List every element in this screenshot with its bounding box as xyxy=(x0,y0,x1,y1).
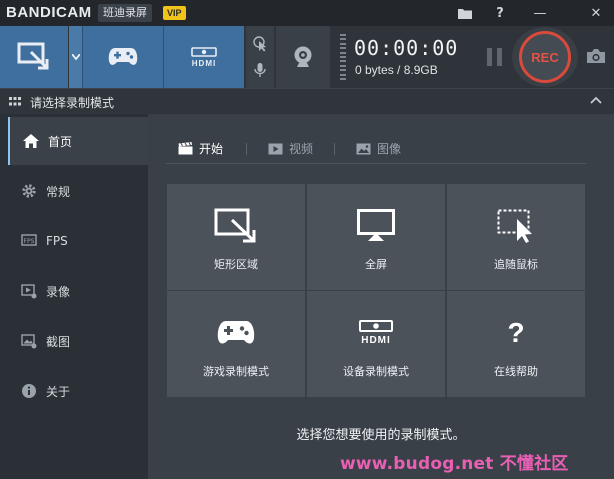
cursor-settings-button[interactable] xyxy=(250,32,270,56)
sidebar-item-fps[interactable]: FPS FPS xyxy=(8,217,148,265)
online-help-tile[interactable]: ? 在线帮助 xyxy=(447,291,585,397)
image-settings-icon xyxy=(14,333,44,349)
sidebar: 首页 常规 FPS FPS 录像 截图 关于 xyxy=(0,114,148,479)
follow-mouse-mode-tile[interactable]: 追随鼠标 xyxy=(447,184,585,290)
folder-icon[interactable] xyxy=(455,3,475,23)
webcam-button[interactable] xyxy=(276,26,330,88)
info-icon xyxy=(14,383,44,399)
sidebar-item-about[interactable]: 关于 xyxy=(8,367,148,415)
tab-image[interactable]: 图像 xyxy=(356,140,401,157)
video-settings-icon xyxy=(14,283,44,299)
tile-label: 矩形区域 xyxy=(214,258,258,271)
rectangle-area-icon xyxy=(214,206,258,246)
grid-icon xyxy=(9,97,21,106)
vip-badge[interactable]: VIP xyxy=(163,6,186,20)
fps-icon: FPS xyxy=(14,234,44,248)
help-button[interactable]: ? xyxy=(490,3,510,23)
home-icon xyxy=(16,134,46,148)
tab-start[interactable]: 开始 xyxy=(178,140,223,157)
section-header: 请选择录制模式 xyxy=(0,88,614,114)
screen-mode-button[interactable] xyxy=(0,26,68,88)
camera-icon xyxy=(587,49,605,63)
tab-label: 视频 xyxy=(289,142,314,156)
webcam-icon xyxy=(294,46,312,67)
watermark: www.budog.net 不懂社区 xyxy=(340,454,569,474)
svg-text:FPS: FPS xyxy=(24,238,35,245)
sidebar-item-label: 截图 xyxy=(46,334,71,349)
cursor-icon xyxy=(253,36,266,52)
rectangle-area-icon xyxy=(17,42,49,70)
sidebar-item-home[interactable]: 首页 xyxy=(8,117,148,165)
app-name: 班迪录屏 xyxy=(98,4,152,22)
mode-hint: 选择您想要使用的录制模式。 xyxy=(296,428,466,443)
toolbar: HDMI 00:00:00 0 bytes / 8.9GB REC xyxy=(0,26,614,88)
device-mode-button[interactable]: HDMI xyxy=(164,26,244,88)
app-logo: BANDICAM xyxy=(6,4,92,21)
section-title: 请选择录制模式 xyxy=(30,96,115,110)
close-button[interactable]: ✕ xyxy=(586,3,606,23)
hdmi-label: HDMI xyxy=(191,58,217,68)
rectangle-mode-tile[interactable]: 矩形区域 xyxy=(167,184,305,290)
gamepad-icon xyxy=(108,48,138,65)
recording-timer: 00:00:00 xyxy=(354,36,459,60)
monitor-icon xyxy=(357,206,395,246)
title-bar: BANDICAM 班迪录屏 VIP ? — ✕ xyxy=(0,0,614,26)
minimize-button[interactable]: — xyxy=(530,3,550,23)
cursor-area-icon xyxy=(497,206,535,246)
image-icon xyxy=(356,143,371,155)
fullscreen-mode-tile[interactable]: 全屏 xyxy=(307,184,445,290)
gear-icon xyxy=(14,183,44,199)
sidebar-item-label: 常规 xyxy=(46,184,71,199)
sidebar-item-screenshot[interactable]: 截图 xyxy=(8,317,148,365)
tab-video[interactable]: 视频 xyxy=(268,140,313,157)
hdmi-icon xyxy=(191,46,217,57)
sidebar-item-label: FPS xyxy=(46,234,68,248)
screenshot-button[interactable] xyxy=(586,48,606,68)
tile-label: 游戏录制模式 xyxy=(203,365,269,378)
device-mode-tile[interactable]: HDMI 设备录制模式 xyxy=(307,291,445,397)
tile-label: 设备录制模式 xyxy=(343,365,409,378)
pause-button[interactable] xyxy=(487,48,503,66)
main-panel: 开始 视频 图像 矩形区域 全屏 追随鼠标 游戏录制模式 HDMI 设备录制模式… xyxy=(148,114,614,479)
collapse-button[interactable] xyxy=(590,93,602,108)
rec-label: REC xyxy=(519,31,571,83)
play-icon xyxy=(268,143,283,155)
tab-label: 图像 xyxy=(377,142,402,156)
record-button[interactable]: REC xyxy=(512,27,578,87)
clapper-icon xyxy=(178,142,193,155)
game-mode-button[interactable] xyxy=(83,26,163,88)
input-tools xyxy=(246,26,274,88)
tile-label: 在线帮助 xyxy=(494,365,538,378)
hdmi-label: HDMI xyxy=(361,335,391,346)
gamepad-icon xyxy=(217,313,255,353)
game-mode-tile[interactable]: 游戏录制模式 xyxy=(167,291,305,397)
tab-label: 开始 xyxy=(199,142,224,156)
help-glyph: ? xyxy=(507,317,525,348)
file-size: 0 bytes / 8.9GB xyxy=(355,63,438,77)
mode-dropdown[interactable] xyxy=(69,26,82,88)
microphone-button[interactable] xyxy=(250,58,270,82)
level-meter xyxy=(340,34,346,80)
chevron-down-icon xyxy=(71,54,80,60)
sidebar-item-general[interactable]: 常规 xyxy=(8,167,148,215)
sidebar-item-video[interactable]: 录像 xyxy=(8,267,148,315)
tab-bar: 开始 视频 图像 xyxy=(166,134,586,164)
chevron-up-icon xyxy=(590,96,602,104)
sidebar-item-label: 首页 xyxy=(48,134,73,149)
hdmi-icon: HDMI xyxy=(359,313,393,353)
sidebar-item-label: 录像 xyxy=(46,284,71,299)
microphone-icon xyxy=(254,63,266,77)
question-icon: ? xyxy=(507,313,524,353)
tile-label: 全屏 xyxy=(365,258,387,271)
tile-label: 追随鼠标 xyxy=(494,258,538,271)
sidebar-item-label: 关于 xyxy=(46,384,71,399)
